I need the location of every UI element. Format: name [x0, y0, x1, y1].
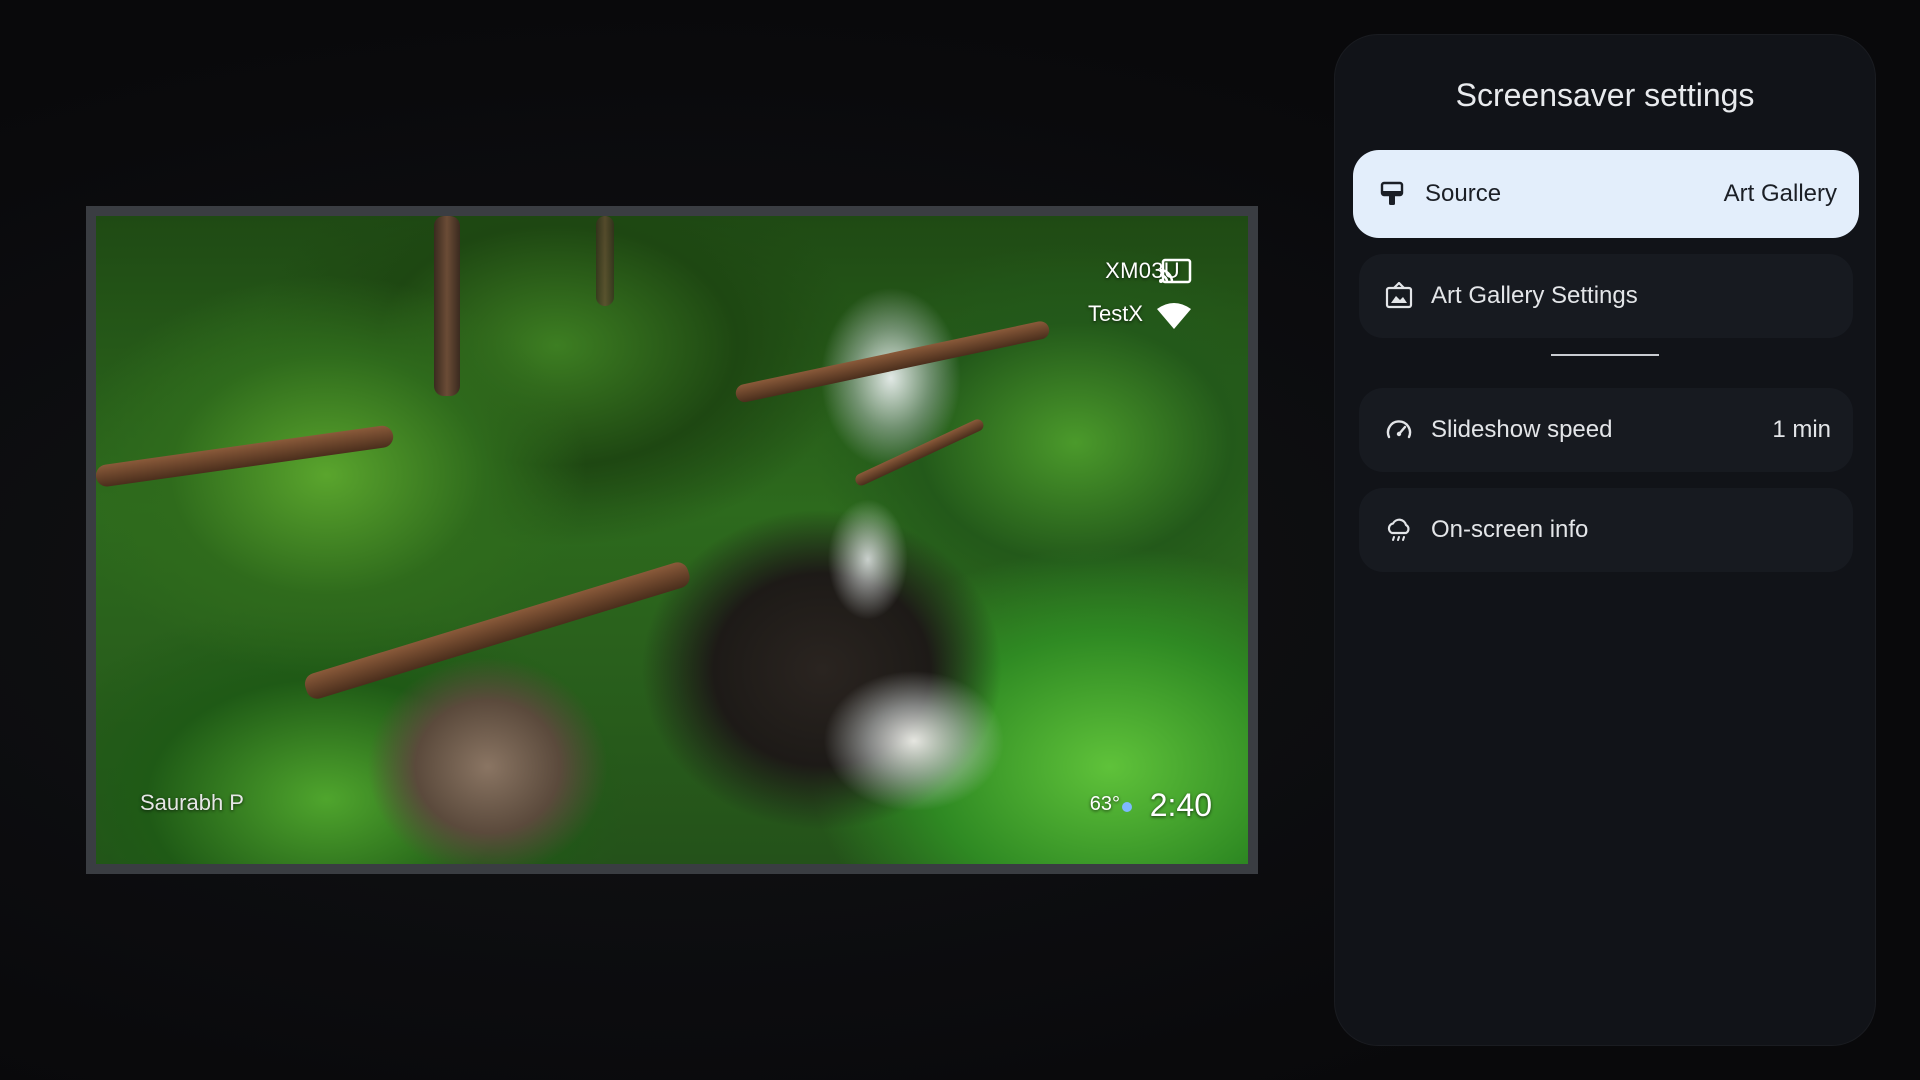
slideshow-speed-value: 1 min [1772, 416, 1831, 443]
paint-brush-icon [1380, 181, 1404, 205]
fallen-log [734, 319, 1051, 404]
panel-title: Screensaver settings [1455, 77, 1755, 113]
slideshow-speed-label: Slideshow speed [1431, 416, 1613, 443]
weather-icon [1122, 802, 1132, 812]
screensaver-preview: XM03U TestX Saurabh P 63° 2:40 [86, 206, 1258, 874]
slideshow-speed-setting[interactable]: Slideshow speed 1 min [1359, 388, 1853, 472]
wifi-icon [1157, 303, 1191, 329]
temperature: 63° [1089, 793, 1120, 815]
tree-trunk [434, 216, 460, 396]
section-divider [1551, 354, 1659, 356]
on-screen-info-setting[interactable]: On-screen info [1359, 488, 1853, 572]
fallen-log [302, 559, 693, 702]
source-setting[interactable]: Source Art Gallery [1353, 150, 1859, 238]
speedometer-icon [1386, 420, 1412, 439]
cast-icon [1159, 258, 1192, 284]
on-screen-info-label: On-screen info [1431, 516, 1589, 543]
clock-time: 2:40 [1149, 787, 1212, 823]
settings-panel: Screensaver settings Source Art Gallery … [1334, 34, 1876, 1046]
art-gallery-settings[interactable]: Art Gallery Settings [1359, 254, 1853, 338]
art-gallery-settings-label: Art Gallery Settings [1431, 282, 1638, 309]
fallen-log [853, 417, 986, 488]
preview-photo: XM03U TestX Saurabh P 63° 2:40 [96, 216, 1248, 864]
screensaver-settings-screen: XM03U TestX Saurabh P 63° 2:40 Screensav… [0, 0, 1920, 1080]
source-label: Source [1425, 180, 1502, 207]
wifi-network-name: TestX [1087, 301, 1143, 326]
photo-credit: Saurabh P [140, 790, 244, 815]
tree-trunk [596, 216, 614, 306]
gallery-image-icon [1385, 282, 1413, 309]
source-value: Art Gallery [1723, 180, 1837, 207]
weather-cloud-icon [1387, 518, 1410, 541]
fallen-log [96, 424, 395, 488]
